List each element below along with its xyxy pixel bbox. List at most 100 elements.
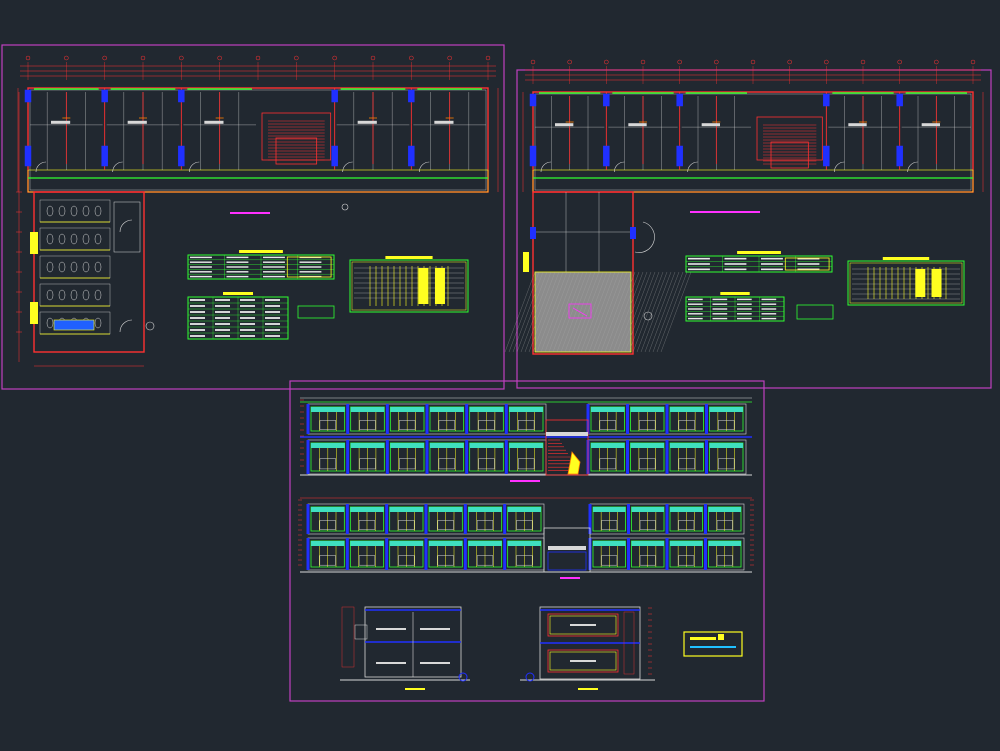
door-swing bbox=[342, 161, 353, 173]
fixture bbox=[94, 205, 102, 217]
fixture bbox=[58, 205, 66, 217]
column bbox=[529, 145, 537, 167]
north-arrow bbox=[643, 311, 653, 321]
section-mark bbox=[341, 203, 349, 211]
fixture bbox=[70, 205, 78, 217]
column bbox=[178, 89, 185, 103]
title-block-logo bbox=[690, 637, 716, 640]
fixture bbox=[58, 261, 66, 273]
door-swing bbox=[119, 219, 133, 233]
plan-title-ground bbox=[230, 212, 270, 214]
column bbox=[896, 93, 903, 107]
door-swing bbox=[614, 161, 625, 173]
ground-floor-plan bbox=[16, 55, 499, 367]
fixture bbox=[58, 289, 66, 301]
column bbox=[101, 89, 108, 103]
sanitary-room bbox=[39, 227, 111, 251]
cad-drawing-canvas[interactable] bbox=[0, 0, 1000, 751]
section-a-upper-left bbox=[306, 403, 547, 435]
fixture bbox=[82, 205, 90, 217]
kitchen-counter bbox=[53, 319, 95, 331]
room-label bbox=[701, 123, 720, 127]
axis-bubble bbox=[447, 55, 452, 61]
fixture bbox=[94, 289, 102, 301]
column bbox=[823, 93, 830, 107]
axis-bubble bbox=[567, 59, 572, 65]
axis-bubble bbox=[217, 55, 222, 61]
column bbox=[676, 93, 683, 107]
note-box-ground bbox=[297, 305, 335, 319]
axis-bubble bbox=[714, 59, 719, 65]
note-box-upper bbox=[796, 304, 834, 320]
axis-bubble bbox=[409, 55, 414, 61]
legend-ground bbox=[349, 256, 469, 313]
column bbox=[530, 227, 536, 239]
axis-bubble bbox=[255, 55, 261, 61]
fixture bbox=[94, 233, 102, 245]
schedule-doors-ground bbox=[187, 250, 335, 280]
axis-bubble bbox=[294, 55, 299, 61]
elevations-and-sections bbox=[298, 397, 754, 690]
legend-upper-border bbox=[847, 260, 965, 306]
fixture bbox=[94, 317, 102, 329]
door-swing bbox=[687, 161, 698, 173]
schedule-windows-upper bbox=[685, 292, 785, 322]
door-swing bbox=[634, 221, 655, 253]
fixture bbox=[70, 261, 78, 273]
column bbox=[823, 145, 830, 167]
door-swing bbox=[540, 161, 552, 173]
axis-bubble bbox=[370, 55, 376, 61]
column bbox=[408, 145, 415, 167]
room-label bbox=[357, 120, 377, 124]
section-title-a bbox=[510, 480, 540, 482]
door-swing bbox=[419, 161, 430, 173]
axis-bubble bbox=[140, 55, 146, 61]
column bbox=[331, 89, 338, 103]
elevation-title bbox=[560, 577, 580, 579]
stair-section bbox=[545, 419, 589, 476]
section-c bbox=[520, 606, 655, 690]
schedule-doors-upper bbox=[685, 251, 833, 273]
fixture bbox=[46, 261, 54, 273]
room-label bbox=[434, 120, 454, 124]
axis-bubble bbox=[25, 55, 31, 61]
elevation-upper-left bbox=[306, 503, 545, 535]
upper-floor-plan bbox=[504, 59, 984, 355]
axis-bubble bbox=[640, 59, 646, 65]
sanitary-room bbox=[39, 199, 111, 223]
stair-core bbox=[261, 112, 332, 161]
schedule-windows-ground bbox=[187, 292, 289, 340]
door-swing bbox=[112, 161, 123, 173]
fixture bbox=[82, 233, 90, 245]
fixture bbox=[46, 317, 54, 329]
axis-bubble bbox=[530, 59, 536, 65]
section-title-c bbox=[578, 688, 598, 690]
exterior-wall bbox=[532, 91, 974, 193]
column bbox=[529, 93, 537, 107]
section-a-lower-left bbox=[306, 439, 547, 475]
axis-bubble bbox=[787, 59, 792, 65]
fixture bbox=[46, 233, 54, 245]
room-label bbox=[628, 123, 647, 127]
title-block bbox=[683, 631, 743, 657]
column bbox=[603, 145, 610, 167]
corridor bbox=[27, 169, 489, 193]
axis-bubble bbox=[102, 55, 107, 61]
sheet-frame-ground-floor[interactable] bbox=[1, 44, 505, 390]
door-swing bbox=[907, 161, 918, 173]
plan-title-upper bbox=[690, 211, 760, 213]
column bbox=[408, 89, 415, 103]
title-block-border bbox=[683, 631, 743, 657]
axis-bubble bbox=[970, 59, 976, 65]
axis-bubble bbox=[824, 59, 829, 65]
column bbox=[331, 145, 338, 167]
fixture bbox=[46, 289, 54, 301]
door-swing bbox=[119, 319, 133, 333]
stair-core bbox=[756, 116, 823, 161]
axis-bubble bbox=[179, 55, 184, 61]
fixture bbox=[82, 289, 90, 301]
column bbox=[676, 145, 683, 167]
axis-bubble bbox=[64, 55, 69, 61]
room-label bbox=[848, 123, 867, 127]
fixture bbox=[70, 233, 78, 245]
